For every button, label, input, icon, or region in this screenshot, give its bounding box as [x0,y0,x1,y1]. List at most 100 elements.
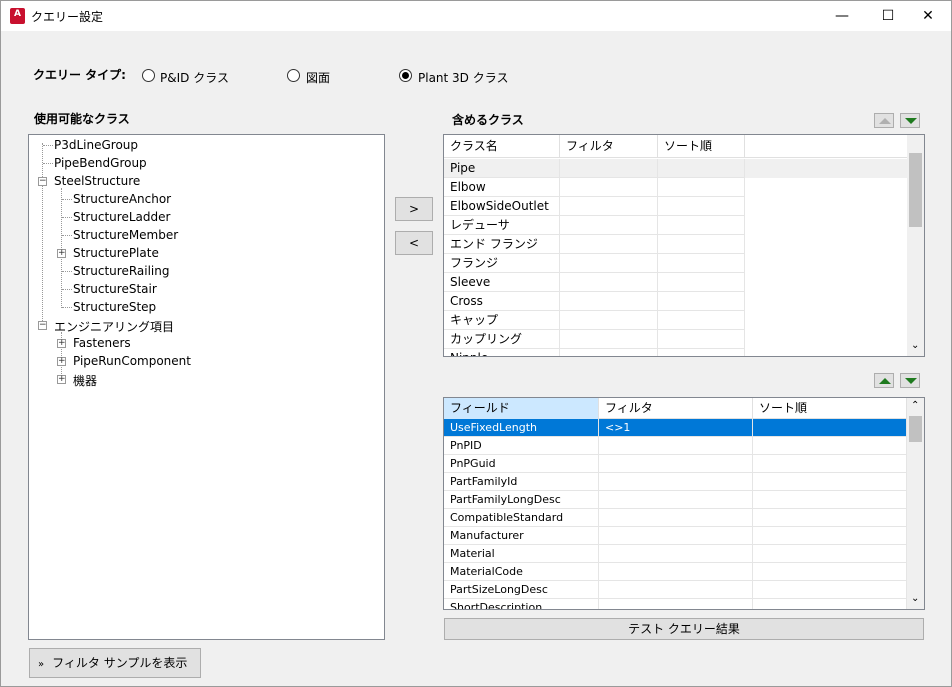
table-cell[interactable]: Nipple [444,349,560,356]
table-cell[interactable]: キャップ [444,311,560,330]
table-row[interactable]: Nipple [444,349,907,356]
expand-icon[interactable]: + [57,339,66,348]
column-header-sort[interactable]: ソート順 [753,398,907,419]
radio-drawing[interactable] [287,69,300,82]
table-cell[interactable] [753,455,907,473]
scroll-up-icon[interactable]: ⌃ [911,400,919,411]
tree-item-structureanchor[interactable]: StructureAnchor [73,192,171,206]
close-button[interactable]: ✕ [905,1,951,31]
radio-pid-class[interactable] [142,69,155,82]
table-row[interactable]: キャップ [444,311,907,330]
tree-item-structurestep[interactable]: StructureStep [73,300,156,314]
available-classes-tree[interactable]: P3dLineGroup PipeBendGroup − SteelStruct… [28,134,385,640]
table-row[interactable]: PartFamilyId [444,473,907,491]
table-cell[interactable]: Sleeve [444,273,560,292]
table-cell[interactable]: PartSizeLongDesc [444,581,599,599]
move-down-button[interactable] [900,113,920,128]
table-row[interactable]: PartFamilyLongDesc [444,491,907,509]
table-cell[interactable]: <>1 [599,419,753,437]
table-cell[interactable] [753,563,907,581]
field-move-down-button[interactable] [900,373,920,388]
table-cell[interactable] [658,178,745,197]
test-query-results-button[interactable]: テスト クエリー結果 [444,618,924,640]
table-row[interactable]: レデューサ [444,216,907,235]
table-cell[interactable] [560,349,658,356]
table-cell[interactable] [753,473,907,491]
table-row[interactable]: Material [444,545,907,563]
tree-item-structuremember[interactable]: StructureMember [73,228,178,242]
table-cell[interactable] [658,159,745,178]
table-row[interactable]: PnPID [444,437,907,455]
table-cell[interactable]: Cross [444,292,560,311]
table-cell[interactable]: Pipe [444,159,560,178]
table-cell[interactable] [599,545,753,563]
minimize-button[interactable]: — [819,1,865,31]
radio-drawing-label[interactable]: 図面 [306,69,330,86]
table-cell[interactable]: エンド フランジ [444,235,560,254]
tree-item-steelstructure[interactable]: SteelStructure [54,174,140,188]
table-cell[interactable]: ShortDescription [444,599,599,609]
table-cell[interactable] [658,311,745,330]
remove-class-button[interactable]: < [395,231,433,255]
table-cell[interactable]: PartFamilyLongDesc [444,491,599,509]
vertical-scrollbar[interactable]: ⌄ [907,135,924,356]
table-cell[interactable] [753,527,907,545]
table-cell[interactable] [599,599,753,609]
table-row[interactable]: Cross [444,292,907,311]
table-cell[interactable] [658,349,745,356]
table-cell[interactable] [560,216,658,235]
table-cell[interactable] [658,197,745,216]
table-row[interactable]: Elbow [444,178,907,197]
table-row[interactable]: PartSizeLongDesc [444,581,907,599]
table-cell[interactable]: Elbow [444,178,560,197]
table-cell[interactable] [753,581,907,599]
table-cell[interactable]: フランジ [444,254,560,273]
scroll-down-icon[interactable]: ⌄ [911,593,919,604]
table-cell[interactable] [560,311,658,330]
table-cell[interactable] [753,599,907,609]
field-move-up-button[interactable] [874,373,894,388]
table-cell[interactable]: CompatibleStandard [444,509,599,527]
collapse-icon[interactable]: − [38,177,47,186]
column-header-field[interactable]: フィールド [444,398,599,419]
table-cell[interactable] [658,273,745,292]
column-header-filter[interactable]: フィルタ [599,398,753,419]
table-cell[interactable] [599,455,753,473]
table-cell[interactable] [560,292,658,311]
table-cell[interactable] [599,563,753,581]
show-filter-samples-button[interactable]: » フィルタ サンプルを表示 [29,648,201,678]
table-cell[interactable] [753,419,907,437]
table-cell[interactable] [753,509,907,527]
table-cell[interactable] [560,235,658,254]
included-classes-grid[interactable]: クラス名 フィルタ ソート順 Pipe Elbow ElbowSideOutlet レ… [443,134,925,357]
table-row[interactable]: Manufacturer [444,527,907,545]
table-cell[interactable] [658,292,745,311]
table-cell[interactable] [658,235,745,254]
collapse-icon[interactable]: − [38,321,47,330]
table-row[interactable]: Sleeve [444,273,907,292]
scrollbar-thumb[interactable] [909,153,922,227]
column-header-sort[interactable]: ソート順 [658,135,745,157]
tree-item-fasteners[interactable]: Fasteners [73,336,131,350]
table-row[interactable]: ElbowSideOutlet [444,197,907,216]
tree-item-structureplate[interactable]: StructurePlate [73,246,159,260]
scrollbar-thumb[interactable] [909,416,922,442]
table-cell[interactable]: ElbowSideOutlet [444,197,560,216]
expand-icon[interactable]: + [57,249,66,258]
expand-icon[interactable]: + [57,357,66,366]
table-cell[interactable]: カップリング [444,330,560,349]
tree-item-structurerailing[interactable]: StructureRailing [73,264,169,278]
tree-item-piperuncomponent[interactable]: PipeRunComponent [73,354,191,368]
table-cell[interactable]: PnPGuid [444,455,599,473]
add-class-button[interactable]: > [395,197,433,221]
scroll-down-icon[interactable]: ⌄ [911,340,919,351]
table-row[interactable]: カップリング [444,330,907,349]
table-cell[interactable] [599,491,753,509]
column-header-class-name[interactable]: クラス名 [444,135,560,157]
table-cell[interactable] [753,545,907,563]
table-row[interactable]: エンド フランジ [444,235,907,254]
table-cell[interactable] [599,509,753,527]
vertical-scrollbar[interactable]: ⌃ ⌄ [907,398,924,609]
table-cell[interactable] [560,197,658,216]
table-cell[interactable] [560,330,658,349]
